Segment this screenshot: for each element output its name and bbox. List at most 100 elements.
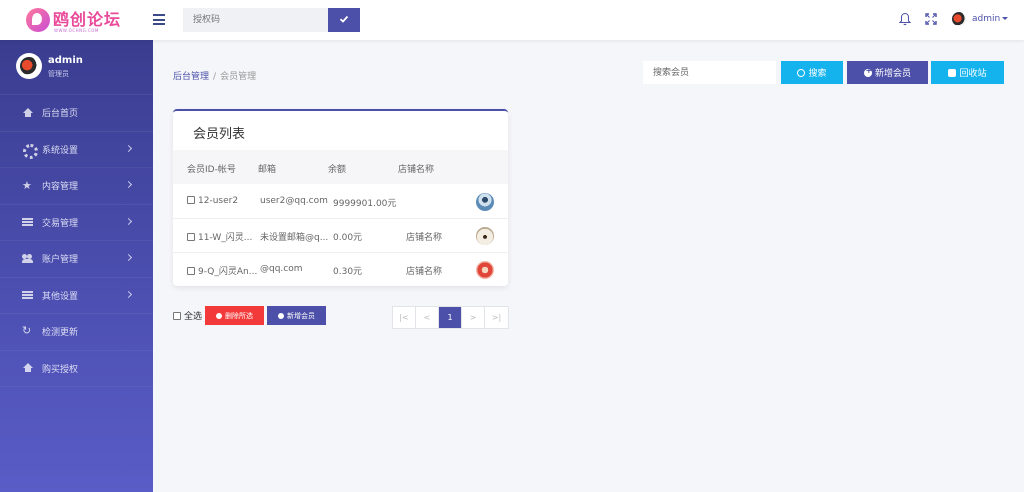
prev-page-button[interactable]: < [416, 307, 439, 328]
users-icon [22, 253, 33, 264]
star-icon [22, 179, 33, 192]
chevron-right-icon [124, 217, 133, 225]
column-header-email: 邮箱 [258, 165, 277, 175]
breadcrumb-current: 会员管理 [220, 72, 257, 82]
search-button[interactable]: 搜索 [781, 61, 843, 84]
chevron-right-icon [124, 180, 133, 189]
row-checkbox[interactable] [187, 196, 195, 204]
breadcrumb-root[interactable]: 后台管理 [173, 72, 209, 82]
fullscreen-icon[interactable] [925, 13, 937, 25]
member-balance: 0.30元 [333, 267, 363, 277]
auth-submit-button[interactable] [328, 8, 360, 32]
sidebar-item-label: 后台首页 [42, 109, 79, 120]
pagination: |< < 1 > >| [392, 306, 509, 329]
refresh-icon [22, 324, 33, 337]
add-member-bottom-button[interactable]: 新增会员 [267, 306, 326, 325]
table-row[interactable]: 11-W_闪灵... 未设置邮箱@q... 0.00元 店铺名称 [173, 219, 508, 253]
sidebar-item-dashboard[interactable]: 后台首页 [0, 95, 153, 132]
first-page-button[interactable]: |< [393, 307, 416, 328]
member-id-account: 11-W_闪灵... [198, 233, 253, 243]
sidebar-item-label: 内容管理 [42, 182, 79, 193]
table-row[interactable]: 9-Q_闪灵An... @qq.com 0.30元 店铺名称 [173, 253, 508, 287]
plus-circle-icon [278, 312, 284, 319]
menu-toggle-icon[interactable] [153, 14, 165, 25]
select-all[interactable]: 全选 [173, 309, 202, 322]
logo-text: 鸥创论坛 [53, 10, 122, 29]
table-row[interactable]: 12-user2 user2@qq.com 9999901.00元 [173, 185, 508, 219]
breadcrumb-separator: / [213, 72, 217, 82]
recycle-bin-button[interactable]: 回收站 [931, 61, 1004, 84]
add-member-button[interactable]: 新增会员 [847, 61, 928, 84]
top-navbar: 鸥创论坛 WWW.OCHNG.COM admin [0, 0, 1024, 40]
member-balance: 0.00元 [333, 233, 363, 243]
check-icon [339, 15, 349, 23]
caret-down-icon [1002, 17, 1009, 20]
chevron-right-icon [124, 290, 133, 298]
sidebar-item-transactions[interactable]: 交易管理 [0, 205, 153, 241]
sidebar: admin 管理员 后台首页 系统设置 内容管理 交易管理 账户管理 其他设置 … [0, 40, 153, 492]
select-all-label: 全选 [184, 312, 203, 322]
card-title: 会员列表 [193, 127, 246, 142]
logo-icon [26, 8, 50, 32]
row-checkbox[interactable] [187, 267, 195, 275]
member-id-account: 9-Q_闪灵An... [198, 267, 258, 277]
search-icon [797, 68, 806, 77]
list-icon [22, 290, 33, 300]
column-header-shop: 店铺名称 [398, 165, 435, 175]
sidebar-item-label: 检测更新 [42, 328, 79, 339]
sidebar-item-label: 账户管理 [42, 255, 79, 266]
user-name: admin [972, 14, 1001, 24]
member-avatar [476, 193, 494, 211]
profile-role: 管理员 [48, 70, 69, 78]
sidebar-item-content[interactable]: 内容管理 [0, 168, 153, 205]
select-all-checkbox[interactable] [173, 312, 181, 320]
sidebar-item-system-settings[interactable]: 系统设置 [0, 132, 153, 168]
sidebar-item-buy-license[interactable]: 购买授权 [0, 351, 153, 387]
add-member-label: 新增会员 [874, 69, 911, 79]
bell-icon[interactable] [899, 12, 911, 26]
logo-subtext: WWW.OCHNG.COM [54, 28, 99, 33]
sidebar-item-accounts[interactable]: 账户管理 [0, 241, 153, 278]
delete-selected-label: 删除所选 [225, 311, 253, 320]
member-email: 未设置邮箱@q... [260, 233, 329, 243]
gear-icon [22, 144, 38, 160]
member-shop: 店铺名称 [406, 267, 443, 277]
row-checkbox[interactable] [187, 233, 195, 241]
member-balance: 9999901.00元 [333, 199, 397, 209]
user-menu[interactable]: admin [972, 12, 1009, 26]
home-icon [22, 363, 33, 373]
sidebar-item-label: 其他设置 [42, 291, 79, 302]
delete-selected-button[interactable]: 删除所选 [205, 306, 264, 325]
member-search-input[interactable] [643, 61, 776, 84]
profile-avatar [16, 53, 42, 79]
recycle-bin-label: 回收站 [959, 69, 987, 79]
times-circle-icon [216, 312, 222, 319]
add-member-bottom-label: 新增会员 [287, 311, 315, 320]
member-shop: 店铺名称 [406, 233, 443, 243]
sidebar-item-label: 系统设置 [42, 145, 79, 156]
member-list-card: 会员列表 会员ID-帐号 邮箱 余额 店铺名称 12-user2 user2@q… [173, 109, 508, 286]
sidebar-item-check-update[interactable]: 检测更新 [0, 314, 153, 351]
chevron-right-icon [124, 253, 133, 262]
page-number[interactable]: 1 [439, 307, 462, 328]
profile-name: admin [48, 55, 83, 66]
member-id-account: 12-user2 [198, 196, 239, 206]
next-page-button[interactable]: > [462, 307, 485, 328]
auth-code-input[interactable] [183, 8, 328, 32]
column-header-id: 会员ID-帐号 [187, 165, 236, 175]
site-logo[interactable]: 鸥创论坛 WWW.OCHNG.COM [26, 6, 121, 34]
plus-circle-icon [863, 66, 872, 77]
last-page-button[interactable]: >| [485, 307, 508, 328]
list-icon [22, 217, 33, 227]
sidebar-item-other-settings[interactable]: 其他设置 [0, 278, 153, 314]
sidebar-item-label: 交易管理 [42, 218, 79, 229]
table-header: 会员ID-帐号 邮箱 余额 店铺名称 [173, 150, 508, 184]
recycle-icon [948, 68, 957, 77]
member-avatar [476, 227, 494, 245]
chevron-right-icon [124, 144, 133, 152]
column-header-balance: 余额 [328, 165, 347, 175]
member-avatar [476, 261, 494, 279]
member-email: user2@qq.com [260, 196, 328, 206]
user-avatar[interactable] [952, 12, 966, 26]
sidebar-item-label: 购买授权 [42, 364, 79, 375]
